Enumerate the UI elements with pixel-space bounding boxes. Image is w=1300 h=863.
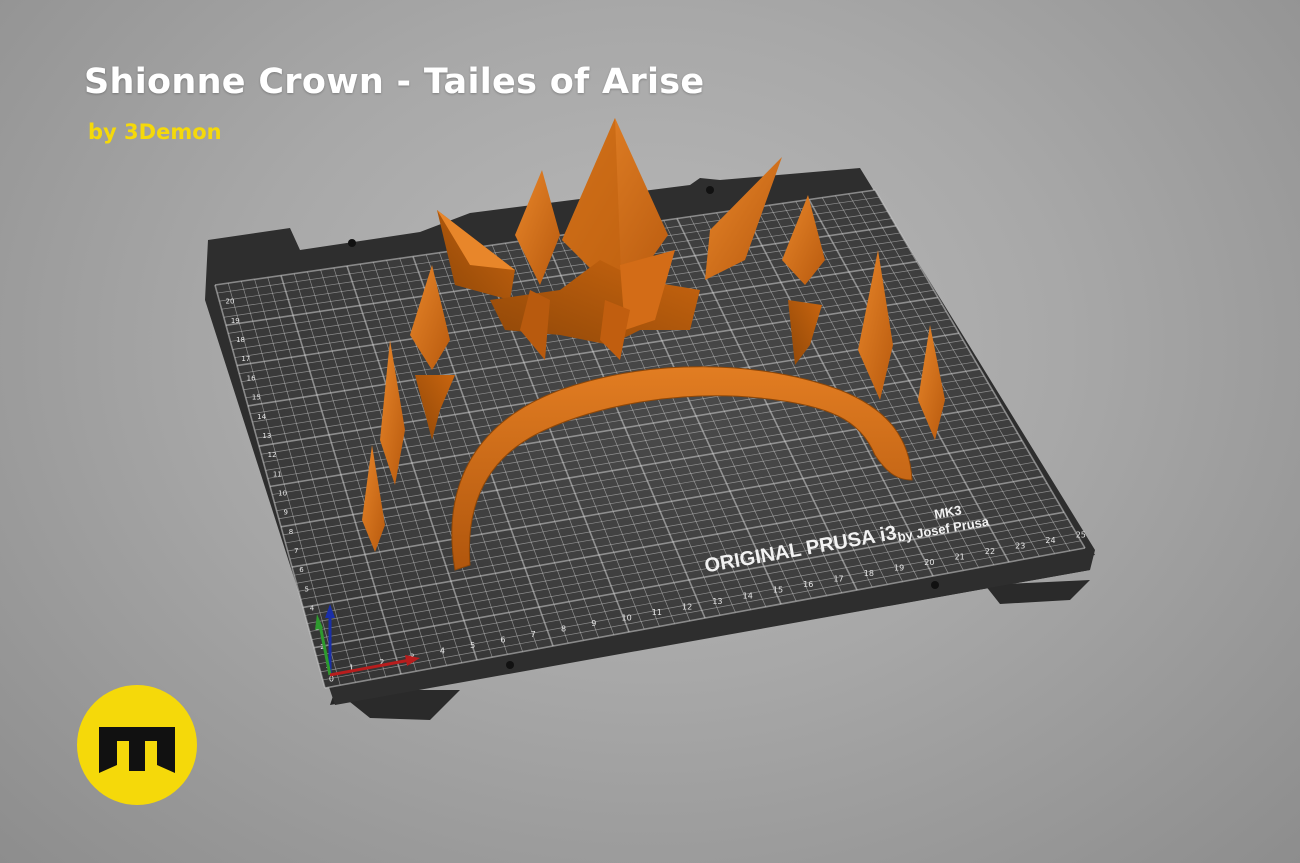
y-tick-label: 9 (283, 509, 287, 517)
x-tick-label: 15 (773, 586, 783, 595)
x-tick-label: 4 (440, 647, 445, 656)
y-tick-label: 7 (294, 547, 298, 555)
x-tick-label: 7 (531, 630, 536, 639)
y-tick-label: 16 (247, 374, 256, 382)
y-tick-label: 11 (273, 470, 282, 478)
y-tick-label: 14 (257, 413, 266, 421)
x-tick-label: 5 (470, 641, 475, 650)
x-tick-label: 18 (864, 569, 874, 578)
x-tick-label: 10 (622, 613, 632, 622)
y-tick-label: 13 (262, 432, 271, 440)
x-tick-label: 20 (924, 558, 934, 567)
x-tick-label: 11 (652, 608, 662, 617)
y-tick-label: 20 (226, 298, 235, 306)
y-tick-label: 15 (252, 394, 261, 402)
x-tick-label: 12 (682, 602, 692, 611)
x-tick-label: 19 (894, 564, 904, 573)
y-tick-label: 17 (241, 355, 250, 363)
x-tick-label: 25 (1076, 530, 1086, 539)
x-tick-label: 13 (712, 597, 722, 606)
y-tick-label: 8 (289, 528, 293, 536)
x-tick-label: 24 (1045, 536, 1055, 545)
x-tick-label: 21 (955, 552, 965, 561)
x-tick-label: 16 (803, 580, 813, 589)
3demon-logo-icon (77, 685, 197, 805)
y-tick-label: 4 (310, 605, 315, 613)
x-tick-label: 14 (743, 591, 753, 600)
y-tick-label: 5 (304, 585, 308, 593)
y-tick-label: 6 (299, 566, 304, 574)
x-tick-label: 6 (500, 636, 505, 645)
x-tick-label: 22 (985, 547, 995, 556)
x-tick-label: 17 (833, 575, 843, 584)
x-tick-label: 9 (591, 619, 596, 628)
y-tick-label: 19 (231, 317, 240, 325)
y-tick-label: 12 (268, 451, 277, 459)
y-tick-label: 10 (278, 490, 287, 498)
x-tick-label: 23 (1015, 541, 1025, 550)
x-tick-label: 8 (561, 625, 566, 634)
y-tick-label: 18 (236, 336, 245, 344)
